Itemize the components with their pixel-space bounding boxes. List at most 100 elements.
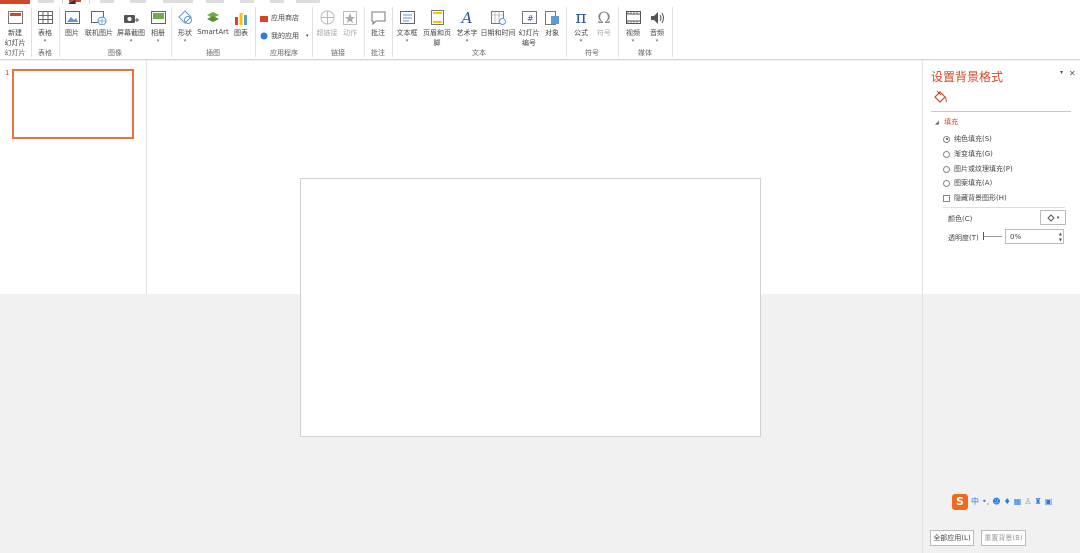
fill-option-label: 图片或纹理填充(P) xyxy=(954,165,1013,173)
audio-dropdown-icon: ▾ xyxy=(655,38,659,44)
pane-background-lower xyxy=(923,294,1080,553)
store-label: 应用商店 xyxy=(271,14,299,22)
group-links: 超链接 动作 链接 xyxy=(313,4,363,60)
datetime-label: 日期和时间 xyxy=(480,29,516,37)
textbox-button[interactable]: 文本框 ▾ xyxy=(395,9,419,44)
new-slide-button[interactable]: 新建 幻灯片 xyxy=(2,9,28,48)
header-footer-button[interactable]: 页眉和页脚 xyxy=(420,9,454,48)
fill-section-header[interactable]: ◢ 填充 xyxy=(935,117,958,127)
fill-option-label: 渐变填充(G) xyxy=(954,150,993,158)
textbox-icon xyxy=(399,9,416,26)
slide-thumbnail[interactable] xyxy=(12,69,134,139)
fill-option-solid[interactable]: 纯色填充(S) xyxy=(943,134,992,144)
emoji-icon[interactable]: ☻ xyxy=(992,497,1000,506)
fill-option-picture[interactable]: 图片或纹理填充(P) xyxy=(943,164,1013,174)
radio-solid-fill[interactable] xyxy=(943,135,950,143)
action-button[interactable]: 动作 xyxy=(340,9,360,38)
album-label: 相册 xyxy=(151,29,165,37)
my-apps-icon xyxy=(260,32,268,40)
speaker-icon xyxy=(649,9,666,26)
skin-icon[interactable]: ♜ xyxy=(1035,497,1042,506)
hyperlink-button[interactable]: 超链接 xyxy=(315,9,339,38)
camera-icon xyxy=(123,9,140,26)
tab-design[interactable] xyxy=(100,0,114,3)
pane-close-icon[interactable]: ✕ xyxy=(1069,69,1076,78)
shapes-label: 形状 xyxy=(178,29,192,37)
slide-canvas[interactable] xyxy=(300,178,761,437)
chart-button[interactable]: 图表 xyxy=(231,9,251,38)
wordart-dropdown-icon: ▾ xyxy=(465,38,469,44)
my-apps-dropdown-icon[interactable]: ▾ xyxy=(306,33,309,39)
transparency-slider[interactable] xyxy=(984,236,1002,237)
symbol-button[interactable]: Ω 符号 xyxy=(593,8,615,38)
microphone-icon[interactable]: ♦ xyxy=(1004,497,1011,506)
fill-color-icon xyxy=(1047,213,1055,222)
audio-button[interactable]: 音频 ▾ xyxy=(646,9,668,44)
tab-view[interactable] xyxy=(270,0,284,3)
reset-background-button[interactable]: 重置背景(B) xyxy=(981,530,1026,546)
radio-picture-fill[interactable] xyxy=(943,165,950,173)
transparency-input[interactable]: 0% ▲ ▼ xyxy=(1005,229,1064,244)
album-button[interactable]: 相册 ▾ xyxy=(148,9,168,44)
radio-pattern-fill[interactable] xyxy=(943,179,950,187)
transparency-label: 透明度(T) xyxy=(948,234,979,242)
pane-title: 设置背景格式 xyxy=(931,70,1004,84)
table-label: 表格 xyxy=(38,29,52,37)
hide-bg-checkbox[interactable] xyxy=(943,194,950,202)
radio-gradient-fill[interactable] xyxy=(943,150,950,158)
ime-mode-chinese[interactable]: 中 xyxy=(971,496,979,507)
fill-option-gradient[interactable]: 渐变填充(G) xyxy=(943,149,993,159)
tab-addins[interactable] xyxy=(296,0,320,3)
comment-button[interactable]: 批注 xyxy=(367,9,389,38)
fill-option-pattern[interactable]: 图案填充(A) xyxy=(943,178,992,188)
comment-icon xyxy=(370,9,387,26)
smartart-button[interactable]: SmartArt xyxy=(197,9,229,36)
powerpoint-window: 新建 幻灯片 幻灯片 表格 ▾ 表格 图片 联机图片 屏幕截图 ▾ 相册 ▾ 图… xyxy=(0,0,1080,553)
user-icon[interactable]: ♙ xyxy=(1024,497,1031,506)
wordart-label: 艺术字 xyxy=(456,29,478,37)
symbol-label: 符号 xyxy=(597,29,611,37)
slide-number: 1 xyxy=(5,69,10,77)
table-dropdown-icon: ▾ xyxy=(43,38,47,44)
screenshot-button[interactable]: 屏幕截图 ▾ xyxy=(116,9,146,44)
wordart-button[interactable]: A 艺术字 ▾ xyxy=(455,9,479,45)
store-button[interactable]: 应用商店 xyxy=(260,13,299,23)
fill-bucket-icon[interactable] xyxy=(933,89,949,105)
video-button[interactable]: 视频 ▾ xyxy=(622,9,644,44)
online-picture-button[interactable]: 联机图片 xyxy=(84,9,114,38)
group-text: 文本框 ▾ 页眉和页脚 A 艺术字 ▾ 日期和时间 # 幻灯片 编号 对象 文本 xyxy=(393,4,565,60)
slide-editor xyxy=(147,61,922,553)
object-button[interactable]: 对象 xyxy=(542,9,562,38)
equation-button[interactable]: π 公式 ▾ xyxy=(570,8,592,45)
picture-button[interactable]: 图片 xyxy=(62,9,82,38)
my-apps-button[interactable]: 我的应用 ▾ xyxy=(260,31,309,41)
transparency-value: 0% xyxy=(1010,233,1022,241)
punctuation-icon[interactable]: •, xyxy=(982,497,989,506)
shapes-button[interactable]: 形状 ▾ xyxy=(174,9,196,44)
tab-slideshow[interactable] xyxy=(206,0,224,3)
slide-number-button[interactable]: # 幻灯片 编号 xyxy=(517,9,541,48)
group-label-tables: 表格 xyxy=(38,49,52,57)
picture-label: 图片 xyxy=(65,29,79,37)
hide-background-graphics[interactable]: 隐藏背景图形(H) xyxy=(943,193,1007,203)
toolbox-icon[interactable]: ▣ xyxy=(1045,497,1053,506)
transparency-slider-thumb[interactable] xyxy=(983,232,984,240)
tab-transitions[interactable] xyxy=(130,0,146,3)
table-button[interactable]: 表格 ▾ xyxy=(34,9,56,44)
keyboard-icon[interactable]: ▦ xyxy=(1014,497,1022,506)
datetime-button[interactable]: 日期和时间 xyxy=(480,9,516,38)
group-illustrations: 形状 ▾ SmartArt 图表 插图 xyxy=(172,4,254,60)
tab-home[interactable] xyxy=(38,0,54,3)
color-picker-button[interactable]: ▾ xyxy=(1040,210,1066,225)
tab-animations[interactable] xyxy=(163,0,193,3)
pane-options-chevron-icon[interactable]: ▾ xyxy=(1060,69,1063,76)
apply-to-all-button[interactable]: 全部应用(L) xyxy=(930,530,974,546)
fill-option-label: 图案填充(A) xyxy=(954,179,993,187)
online-picture-icon xyxy=(91,9,108,26)
thumbnail-pane-lower xyxy=(0,294,147,553)
fill-option-label: 纯色填充(S) xyxy=(954,135,992,143)
sogou-logo-icon[interactable]: S xyxy=(952,493,968,510)
transparency-spinner[interactable]: ▲ ▼ xyxy=(1059,231,1062,243)
tab-review[interactable] xyxy=(240,0,254,3)
slide-number-label-2: 编号 xyxy=(522,39,536,47)
